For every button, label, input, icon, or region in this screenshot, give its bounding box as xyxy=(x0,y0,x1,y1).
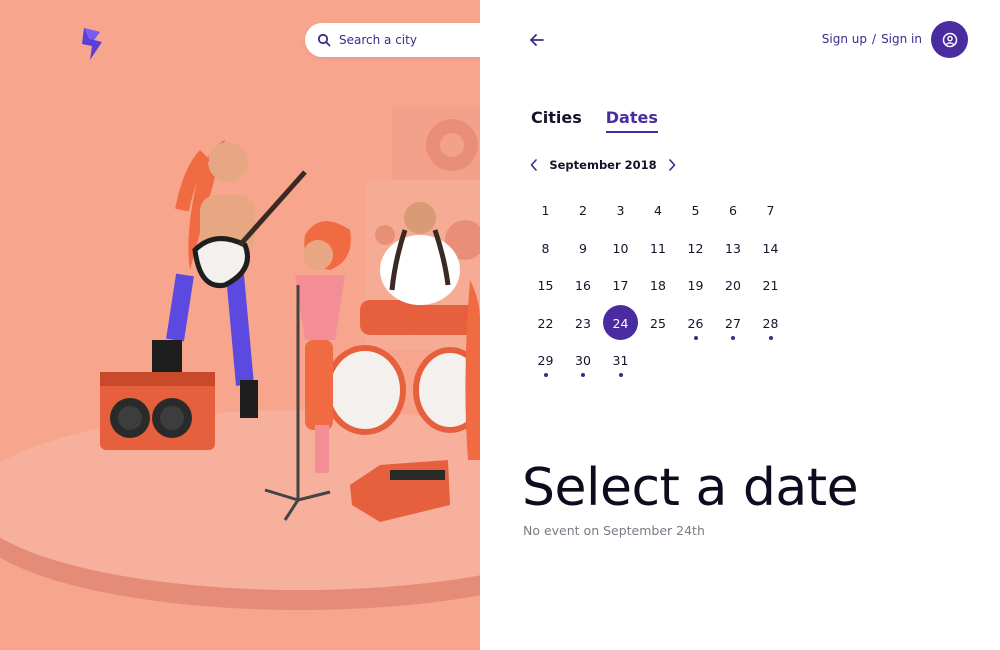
day-number: 1 xyxy=(541,203,550,218)
day-number: 26 xyxy=(687,315,704,331)
event-indicator-dot xyxy=(581,373,585,377)
calendar-day[interactable]: 9 xyxy=(565,230,602,267)
event-status-text: No event on September 24th xyxy=(523,523,705,538)
event-indicator-dot xyxy=(618,373,623,377)
prev-month-button[interactable] xyxy=(528,158,540,172)
event-indicator-dot xyxy=(543,373,548,377)
day-number: 8 xyxy=(541,240,550,256)
calendar-day[interactable]: 11 xyxy=(640,230,677,267)
hero-illustration xyxy=(0,0,480,650)
calendar-day[interactable]: 27 xyxy=(715,305,752,342)
day-number: 10 xyxy=(612,240,629,256)
user-icon xyxy=(942,32,957,47)
day-number: 20 xyxy=(725,278,741,293)
day-number: 12 xyxy=(687,240,704,256)
calendar-day[interactable]: 4 xyxy=(640,192,677,229)
event-indicator-dot xyxy=(731,335,735,340)
tab-bar: Cities Dates xyxy=(531,108,658,133)
tab-dates[interactable]: Dates xyxy=(605,108,658,133)
day-number: 28 xyxy=(762,315,779,331)
day-number: 19 xyxy=(687,278,704,293)
calendar-day[interactable]: 12 xyxy=(677,230,714,267)
search-icon xyxy=(317,33,331,47)
day-number: 16 xyxy=(575,278,591,293)
day-number: 30 xyxy=(575,353,591,368)
chevron-right-icon xyxy=(669,159,676,171)
day-number: 7 xyxy=(766,203,775,218)
month-label: September 2018 xyxy=(549,158,657,172)
day-number: 22 xyxy=(537,315,554,331)
calendar-day[interactable]: 18 xyxy=(640,267,677,304)
day-number: 14 xyxy=(762,240,779,256)
auth-links: Sign up / Sign in xyxy=(822,32,922,46)
day-number: 3 xyxy=(616,203,625,218)
day-number: 11 xyxy=(650,240,666,256)
calendar-day[interactable]: 1 xyxy=(527,192,564,229)
day-number: 6 xyxy=(729,203,737,218)
event-indicator-dot xyxy=(693,335,698,340)
calendar-day[interactable]: 15 xyxy=(527,267,564,304)
event-indicator-dot xyxy=(768,335,773,340)
calendar-day[interactable]: 30 xyxy=(565,342,602,379)
calendar-day[interactable]: 17 xyxy=(602,267,639,304)
day-number: 27 xyxy=(725,315,741,331)
calendar-day[interactable]: 20 xyxy=(715,267,752,304)
day-number: 29 xyxy=(537,353,554,368)
calendar-day[interactable]: 2 xyxy=(565,192,602,229)
day-number: 25 xyxy=(650,315,666,331)
day-number: 4 xyxy=(654,203,662,218)
calendar-day[interactable]: 29 xyxy=(527,342,564,379)
calendar-grid: 1 2 3 4 5 6 7 8 9 10 11 12 13 14 15 16 17 18 19 20 21 22 23 24 2… xyxy=(527,192,790,380)
auth-separator: / xyxy=(872,32,877,46)
search-bar[interactable] xyxy=(305,23,480,57)
day-number: 17 xyxy=(612,278,629,293)
calendar-day[interactable]: 3 xyxy=(602,192,639,229)
day-number: 15 xyxy=(537,278,554,293)
calendar-day[interactable]: 5 xyxy=(677,192,714,229)
day-number: 24 xyxy=(612,315,629,331)
day-number: 21 xyxy=(762,278,779,293)
calendar-day[interactable]: 24 xyxy=(602,304,639,342)
calendar-day[interactable]: 6 xyxy=(715,192,752,229)
calendar-day[interactable]: 28 xyxy=(752,305,789,342)
calendar-day[interactable]: 10 xyxy=(602,230,639,267)
page-title: Select a date xyxy=(522,458,859,518)
search-input[interactable] xyxy=(339,33,479,47)
sign-in-link[interactable]: Sign in xyxy=(881,32,922,46)
next-month-button[interactable] xyxy=(666,158,678,172)
day-number: 31 xyxy=(612,353,629,368)
day-number: 13 xyxy=(725,240,741,256)
calendar-day[interactable]: 8 xyxy=(527,230,564,267)
day-number: 5 xyxy=(691,203,700,218)
calendar-day[interactable]: 22 xyxy=(527,305,564,342)
calendar-day[interactable]: 21 xyxy=(752,267,789,304)
chevron-left-icon xyxy=(530,159,537,171)
date-picker-panel: Sign up / Sign in Cities Dates September… xyxy=(480,0,1000,650)
lightning-bolt-icon[interactable] xyxy=(80,26,104,62)
day-number: 2 xyxy=(579,203,587,218)
calendar-day[interactable]: 14 xyxy=(752,230,789,267)
sign-up-link[interactable]: Sign up xyxy=(822,32,867,46)
calendar-day[interactable]: 25 xyxy=(640,305,677,342)
month-navigator: September 2018 xyxy=(528,158,678,172)
day-number: 18 xyxy=(650,278,666,293)
calendar-day[interactable]: 13 xyxy=(715,230,752,267)
arrow-left-icon[interactable] xyxy=(528,30,548,50)
calendar-day[interactable]: 7 xyxy=(752,192,789,229)
calendar-day[interactable]: 16 xyxy=(565,267,602,304)
calendar-day[interactable]: 26 xyxy=(677,305,714,342)
avatar-button[interactable] xyxy=(931,21,968,58)
day-number: 23 xyxy=(575,315,591,331)
band-illustration xyxy=(0,105,480,610)
calendar-day[interactable]: 31 xyxy=(602,342,639,379)
calendar-day[interactable]: 23 xyxy=(565,305,602,342)
calendar-day[interactable]: 19 xyxy=(677,267,714,304)
tab-cities[interactable]: Cities xyxy=(531,108,582,133)
day-number: 9 xyxy=(579,240,587,256)
